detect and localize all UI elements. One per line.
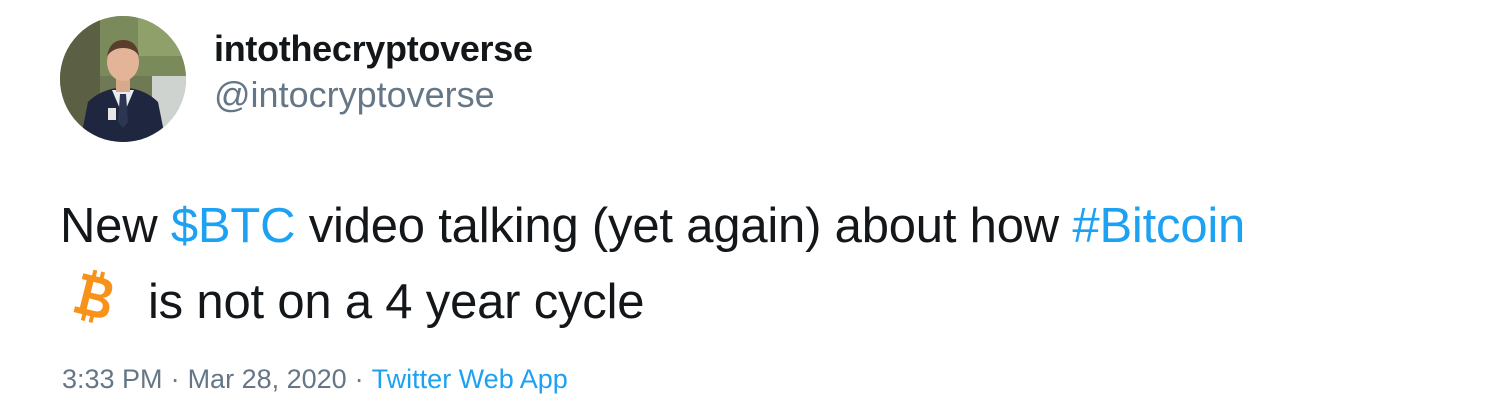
tweet-text-line-2: is not on a 4 year cycle: [60, 264, 1480, 340]
tweet-text-line-1: New $BTC video talking (yet again) about…: [60, 188, 1480, 264]
tweet-text-segment: video talking (yet again) about how: [295, 199, 1073, 253]
meta-separator: ·: [354, 364, 364, 394]
hashtag-bitcoin-link[interactable]: #Bitcoin: [1072, 199, 1245, 253]
display-name[interactable]: intothecryptoverse: [214, 27, 533, 71]
tweet-header: intothecryptoverse @intocryptoverse: [60, 16, 533, 142]
avatar[interactable]: [60, 16, 186, 142]
tweet-meta: 3:33 PM · Mar 28, 2020 · Twitter Web App: [62, 362, 568, 396]
user-handle[interactable]: @intocryptoverse: [214, 73, 533, 117]
meta-separator: ·: [170, 364, 180, 394]
bitcoin-icon: [60, 264, 124, 328]
tweet-time[interactable]: 3:33 PM: [62, 364, 163, 394]
avatar-photo: [60, 16, 186, 142]
tweet-card: intothecryptoverse @intocryptoverse New …: [0, 0, 1500, 400]
tweet-text-segment: is not on a 4 year cycle: [148, 275, 645, 329]
tweet-text: New $BTC video talking (yet again) about…: [60, 188, 1480, 340]
author-names: intothecryptoverse @intocryptoverse: [214, 27, 533, 117]
tweet-source-link[interactable]: Twitter Web App: [372, 364, 568, 394]
tweet-text-segment: New: [60, 199, 171, 253]
cashtag-btc-link[interactable]: $BTC: [171, 199, 296, 253]
tweet-date[interactable]: Mar 28, 2020: [188, 364, 347, 394]
